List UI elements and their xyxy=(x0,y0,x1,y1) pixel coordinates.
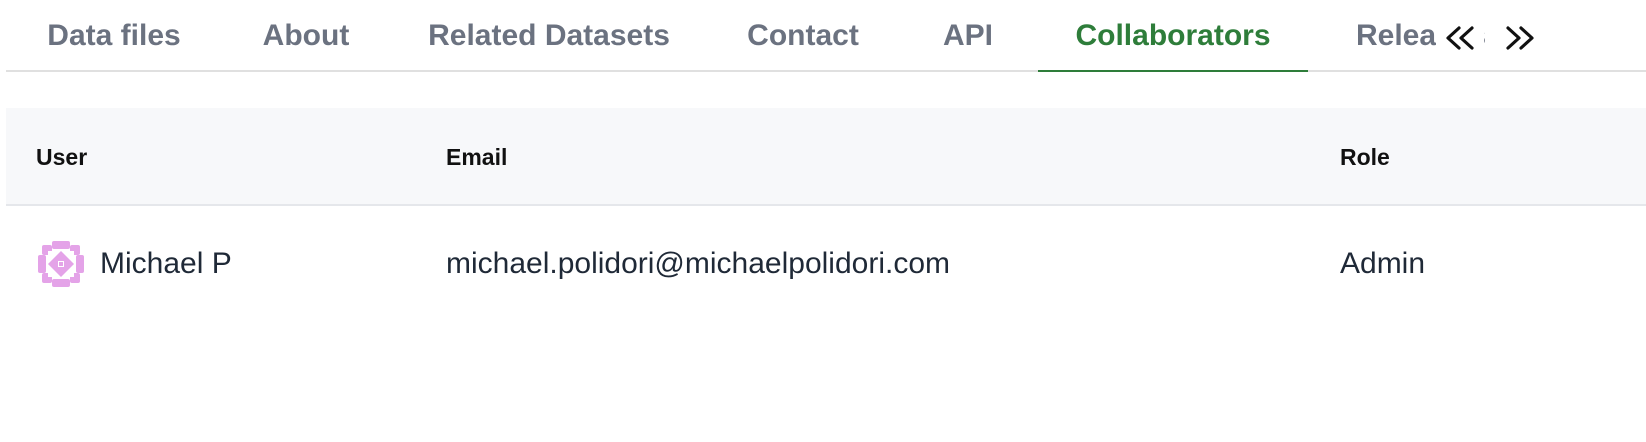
user-name: Michael P xyxy=(100,247,232,280)
page: Data files About Related Datasets Contac… xyxy=(0,0,1646,442)
email-cell: michael.polidori@michaelpolidori.com xyxy=(446,247,950,280)
chevron-double-right-icon xyxy=(1506,26,1534,50)
tab-contact[interactable]: Contact xyxy=(708,0,898,72)
tab-collaborators[interactable]: Collaborators xyxy=(1038,0,1308,72)
user-cell: Michael P xyxy=(36,206,232,322)
role-cell: Admin xyxy=(1340,247,1426,280)
tab-releases[interactable]: Releases xyxy=(1308,0,1518,72)
chevron-double-left-icon xyxy=(1446,26,1474,50)
column-header-user: User xyxy=(36,143,88,170)
tab-bar: Data files About Related Datasets Contac… xyxy=(6,0,1646,72)
tab-api[interactable]: API xyxy=(898,0,1038,72)
tab-related-datasets[interactable]: Related Datasets xyxy=(390,0,708,72)
tab-viewport: Data files About Related Datasets Contac… xyxy=(6,0,1518,72)
tab-data-files[interactable]: Data files xyxy=(6,0,222,72)
collaborators-table: User Email Role Michael P michael.polido… xyxy=(6,108,1646,322)
column-header-role: Role xyxy=(1340,143,1390,170)
scroll-tabs-right-button[interactable] xyxy=(1496,14,1544,62)
scroll-tabs-left-button[interactable] xyxy=(1436,14,1484,62)
tab-about[interactable]: About xyxy=(222,0,390,72)
table-row: Michael P michael.polidori@michaelpolido… xyxy=(6,206,1646,322)
column-header-email: Email xyxy=(446,143,508,170)
table-header: User Email Role xyxy=(6,108,1646,206)
identicon-avatar-icon xyxy=(38,241,84,287)
